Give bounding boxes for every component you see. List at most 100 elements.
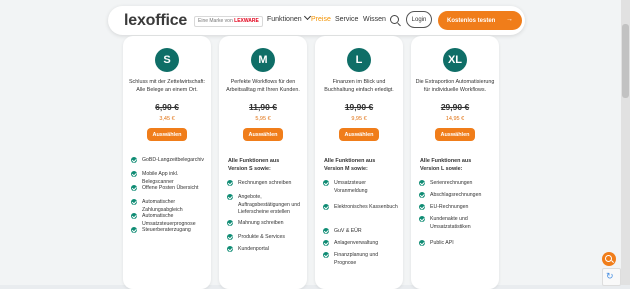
feature-label: Elektronisches Kassenbuch (334, 204, 398, 210)
plan-new-price: 9,95 € (351, 116, 367, 122)
check-icon (419, 180, 425, 186)
logo[interactable]: lexoffice (124, 12, 187, 30)
arrow-right-icon: → (506, 16, 513, 23)
feature-label: Public API (430, 240, 454, 246)
feature-label: GoBD-Langzeitbelegarchiv (142, 157, 204, 163)
check-icon (227, 194, 233, 200)
plan-old-price: 19,90 € (344, 102, 374, 112)
feature-item: Kundenakte und Umsatzstatistiken (419, 216, 495, 231)
feature-item: Serienrechnungen (419, 180, 495, 188)
free-trial-button[interactable]: Kostenlos testen → (438, 11, 522, 30)
feature-label: Produkte & Services (238, 234, 285, 240)
plan-description: Perfekte Workflows für den Arbeitsalltag… (226, 79, 300, 93)
feature-item: Automatischer Zahlungsabgleich (131, 199, 207, 214)
scrollbar-thumb[interactable] (622, 24, 629, 98)
choose-plan-button[interactable]: Auswählen (243, 128, 283, 141)
nav-funktionen[interactable]: Funktionen (267, 12, 311, 23)
choose-plan-button[interactable]: Auswählen (147, 128, 187, 141)
page-background (0, 0, 621, 285)
plan-tier-badge: M (251, 48, 275, 72)
check-icon (131, 171, 137, 177)
site-header: lexoffice Eine Marke von LEXWARE Funktio… (108, 6, 525, 35)
check-icon (419, 216, 425, 222)
feature-label: Mahnung schreiben (238, 220, 284, 226)
feature-label: Serienrechnungen (430, 180, 473, 186)
check-icon (323, 228, 329, 234)
feature-item: Rechnungen schreiben (227, 180, 303, 188)
plan-old-price: 11,90 € (249, 102, 277, 112)
feature-label: Anlagenverwaltung (334, 240, 379, 246)
vertical-scrollbar[interactable] (621, 0, 630, 285)
feature-item: GuV & EÜR (323, 228, 399, 236)
feature-label: Automatischer Zahlungsabgleich (142, 199, 183, 213)
search-icon[interactable] (390, 15, 399, 24)
plan-card-l: L Finanzen im Blick und Buchhaltung einfa… (315, 36, 403, 289)
plan-tier-badge: L (347, 48, 371, 72)
check-icon (131, 213, 137, 219)
free-trial-label: Kostenlos testen (447, 17, 496, 24)
plan-new-price: 14,95 € (445, 116, 465, 122)
nav-preise[interactable]: Preise (311, 16, 331, 23)
features-heading: Alle Funktionen aus Version M sowie: (324, 158, 376, 172)
floating-search-icon[interactable] (602, 252, 616, 266)
feature-label: Kundenakte und Umsatzstatistiken (430, 216, 471, 230)
plan-new-price: 5,95 € (255, 116, 271, 122)
feature-item: EU-Rechnungen (419, 204, 495, 212)
recaptcha-badge: ↻ (602, 268, 621, 286)
feature-item: Offene Posten Übersicht (131, 185, 207, 193)
feature-label: GuV & EÜR (334, 228, 362, 234)
plan-description: Finanzen im Blick und Buchhaltung einfac… (324, 79, 394, 93)
check-icon (323, 204, 329, 210)
feature-item: Finanzplanung und Prognose (323, 252, 399, 267)
nav-service[interactable]: Service (335, 16, 358, 23)
feature-item: Mobile App inkl. Belegscanner (131, 171, 207, 186)
plan-card-m: M Perfekte Workflows für den Arbeitsallta… (219, 36, 307, 289)
login-button[interactable]: Login (406, 11, 432, 28)
nav-wissen[interactable]: Wissen (363, 16, 386, 23)
plan-card-xl: XL Die Extraportion Automatisierung für i… (411, 36, 499, 289)
feature-label: Rechnungen schreiben (238, 180, 292, 186)
feature-item: Automatische Umsatzsteuerprognose (131, 213, 207, 228)
check-icon (227, 220, 233, 226)
feature-label: Abschlagsrechnungen (430, 192, 482, 198)
plan-old-price: 29,90 € (440, 102, 470, 112)
check-icon (227, 246, 233, 252)
feature-label: Umsatzsteuer Voranmeldung (334, 180, 368, 194)
plan-old-price: 6,90 € (155, 102, 179, 112)
check-icon (131, 157, 137, 163)
feature-label: Automatische Umsatzsteuerprognose (142, 213, 196, 227)
chevron-down-icon (303, 12, 311, 21)
check-icon (227, 180, 233, 186)
feature-item: GoBD-Langzeitbelegarchiv (131, 157, 207, 165)
feature-item: Steuerberaterzugang (131, 227, 207, 235)
features-heading: Alle Funktionen aus Version S sowie: (228, 158, 280, 172)
feature-item: Angebote, Auftragsbestätigungen und Lief… (227, 194, 303, 217)
choose-plan-button[interactable]: Auswählen (435, 128, 475, 141)
check-icon (131, 185, 137, 191)
check-icon (419, 204, 425, 210)
badge-brand: LEXWARE (234, 18, 259, 24)
check-icon (131, 227, 137, 233)
check-icon (419, 192, 425, 198)
check-icon (323, 252, 329, 258)
check-icon (323, 180, 329, 186)
plan-tier-badge: XL (443, 48, 467, 72)
feature-item: Public API (419, 240, 495, 248)
feature-item: Kundenportal (227, 246, 303, 254)
check-icon (323, 240, 329, 246)
feature-item: Mahnung schreiben (227, 220, 303, 228)
recaptcha-icon: ↻ (606, 271, 614, 281)
feature-label: Finanzplanung und Prognose (334, 252, 379, 266)
plan-tier-badge: S (155, 48, 179, 72)
choose-plan-button[interactable]: Auswählen (339, 128, 379, 141)
plan-card-s: S Schluss mit der Zettelwirtschaft: Alle … (123, 36, 211, 289)
nav-funktionen-label: Funktionen (267, 16, 302, 23)
check-icon (419, 240, 425, 246)
features-heading: Alle Funktionen aus Version L sowie: (420, 158, 472, 172)
plan-description: Schluss mit der Zettelwirtschaft: Alle B… (128, 79, 206, 93)
feature-label: Kundenportal (238, 246, 269, 252)
check-icon (131, 199, 137, 205)
plan-description: Die Extraportion Automatisierung für ind… (415, 79, 495, 93)
plan-new-price: 3,45 € (159, 116, 175, 122)
feature-item: Elektronisches Kassenbuch (323, 204, 399, 212)
